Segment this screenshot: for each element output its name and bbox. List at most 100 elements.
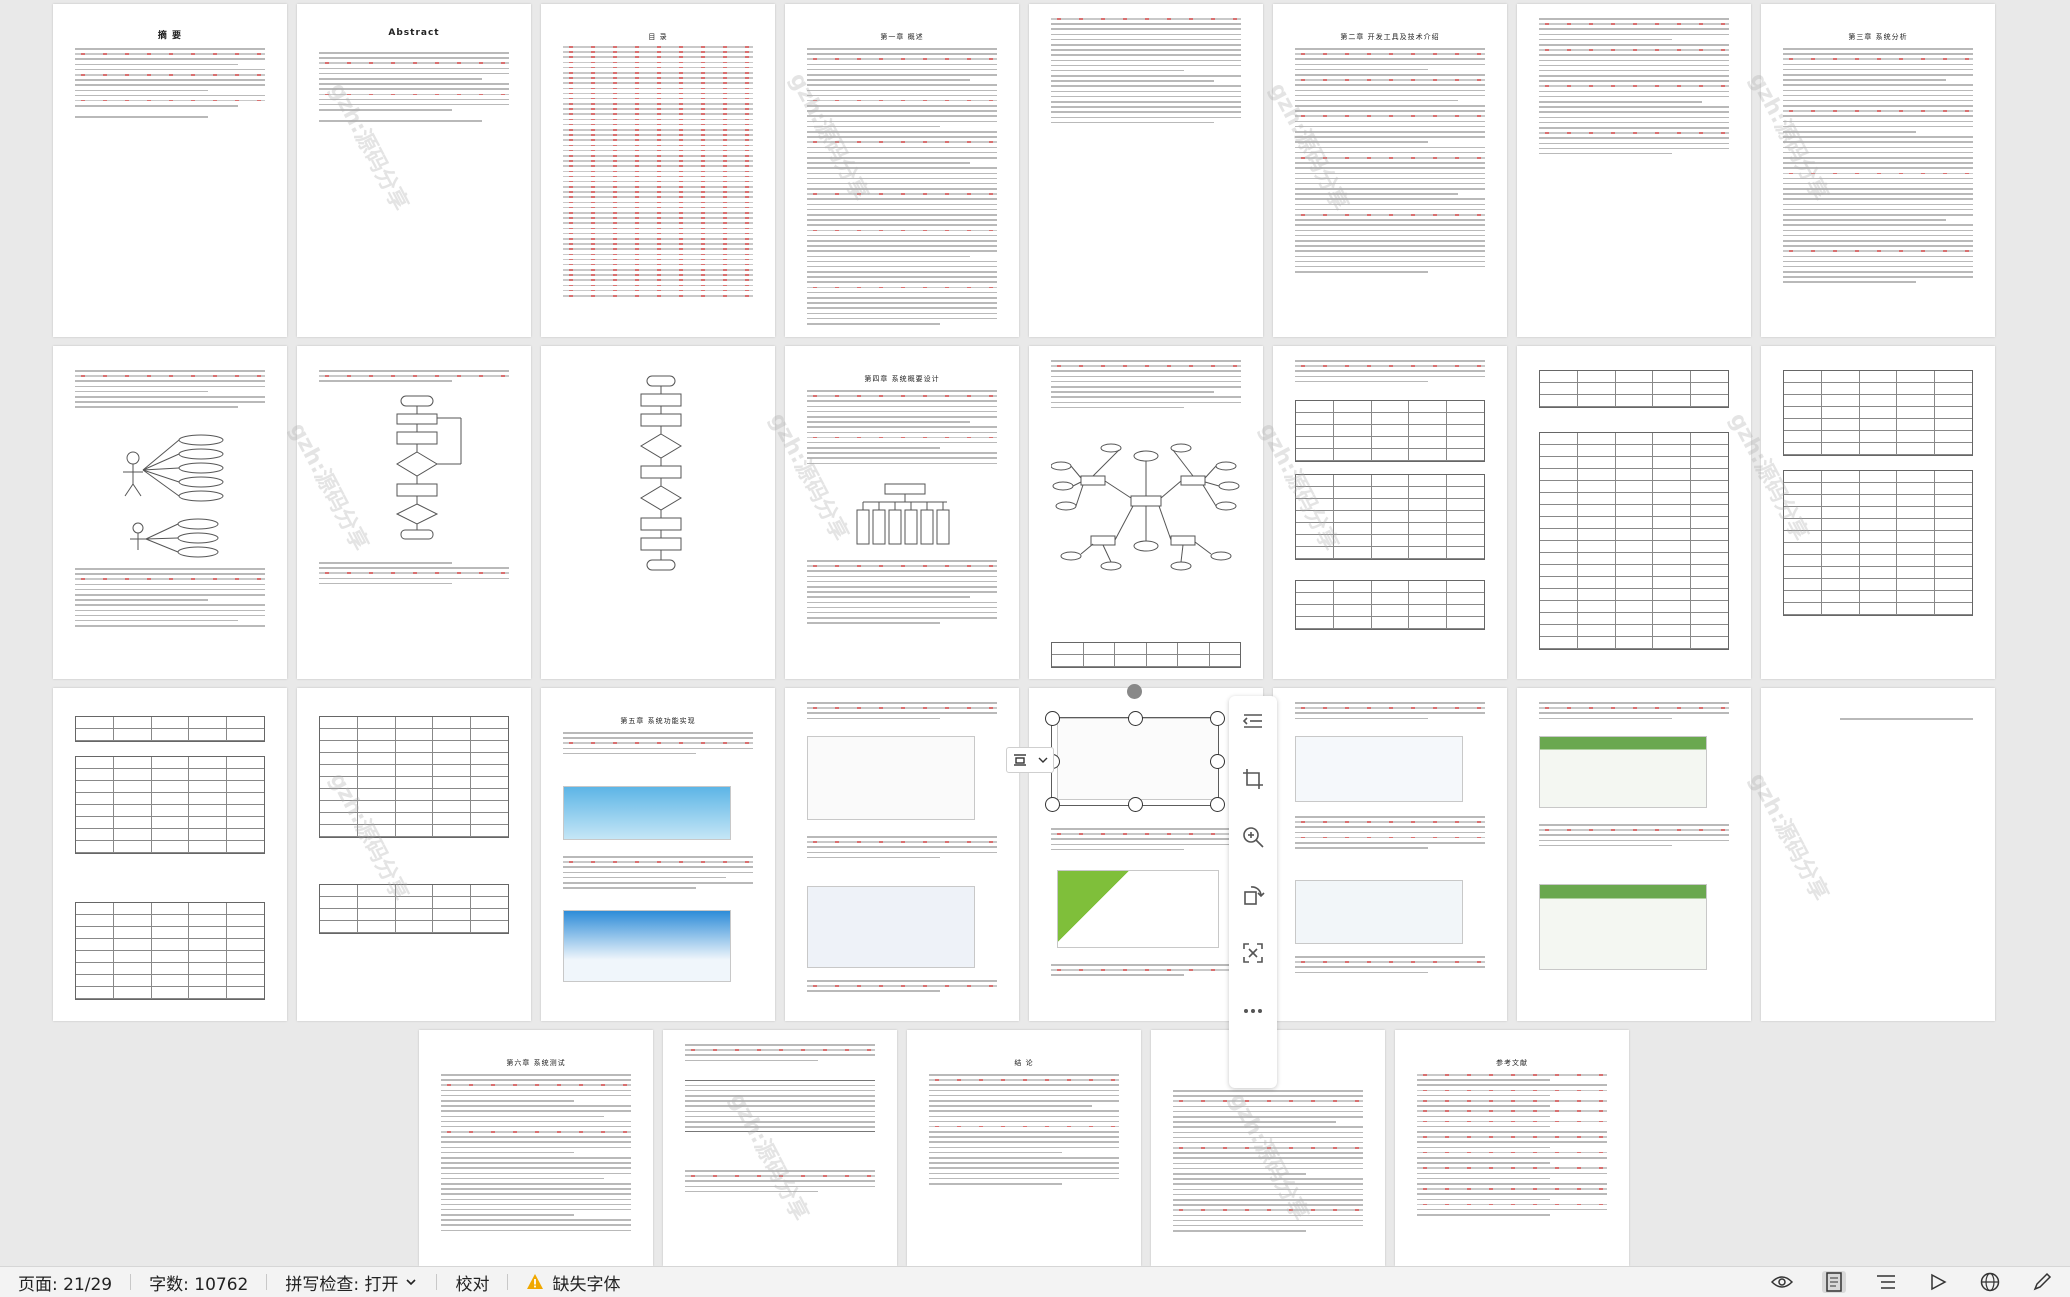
page-14[interactable] [1273, 346, 1507, 679]
document-workspace[interactable]: 摘 要 Abstract 目 录 第一章 概述 第二章 开发工具及技术介绍 第三… [0, 0, 2070, 1266]
divider [266, 1274, 268, 1290]
resize-handle[interactable] [1210, 797, 1225, 812]
page-2[interactable]: Abstract [297, 4, 531, 337]
page-8[interactable]: 第三章 系统分析 [1761, 4, 1995, 337]
page-4[interactable]: 第一章 概述 [785, 4, 1019, 337]
resize-handle[interactable] [1210, 754, 1225, 769]
collapse-button[interactable] [1238, 706, 1268, 736]
page-23[interactable] [1517, 688, 1751, 1021]
page-22[interactable] [1273, 688, 1507, 1021]
zoom-button[interactable] [1238, 822, 1268, 852]
layout-options-button[interactable] [1006, 747, 1054, 773]
page-11[interactable] [541, 346, 775, 679]
page-19[interactable]: 第五章 系统功能实现 [541, 688, 775, 1021]
page-17[interactable] [53, 688, 287, 1021]
page-12[interactable]: 第四章 系统概要设计 [785, 346, 1019, 679]
page-title: 第六章 系统测试 [506, 1059, 566, 1067]
outline-view-button[interactable] [1874, 1271, 1898, 1293]
page-title: 结 论 [1014, 1059, 1034, 1067]
page-27[interactable]: 结 论 [907, 1030, 1141, 1266]
website-screenshot [1539, 736, 1707, 808]
globe-icon [1980, 1272, 2000, 1292]
page-3[interactable]: 目 录 [541, 4, 775, 337]
resize-handle[interactable] [1045, 797, 1060, 812]
resize-handle[interactable] [1128, 711, 1143, 726]
chevron-down-icon [406, 1279, 417, 1286]
rotate-button[interactable] [1238, 880, 1268, 910]
eye-icon [1771, 1276, 1793, 1288]
page-26[interactable] [663, 1030, 897, 1266]
warning-icon [527, 1274, 544, 1289]
more-button[interactable] [1238, 996, 1268, 1026]
page-title: Abstract [388, 28, 440, 38]
page-6[interactable]: 第二章 开发工具及技术介绍 [1273, 4, 1507, 337]
outline-icon [1877, 1275, 1895, 1289]
page-13[interactable] [1029, 346, 1263, 679]
spell-check-toggle[interactable]: 拼写检查: 打开 [285, 1270, 418, 1295]
resize-handle[interactable] [1045, 711, 1060, 726]
page-25[interactable]: 第六章 系统测试 [419, 1030, 653, 1266]
page-18[interactable] [297, 688, 531, 1021]
page-10[interactable] [297, 346, 531, 679]
rotate-icon [1244, 886, 1265, 905]
page-29[interactable]: 参考文献 [1395, 1030, 1629, 1266]
page-24[interactable] [1761, 688, 1995, 1021]
er-diagram [1051, 443, 1240, 571]
zoom-icon [1243, 827, 1264, 848]
crop-icon [1243, 769, 1263, 789]
website-screenshot [563, 910, 731, 982]
image-toolbar [1229, 696, 1277, 1088]
chevron-down-icon [1038, 757, 1048, 763]
page-7[interactable] [1517, 4, 1751, 337]
play-icon [1931, 1273, 1947, 1291]
page-5[interactable] [1029, 4, 1263, 337]
website-screenshot [1295, 736, 1463, 802]
page-title: 第二章 开发工具及技术介绍 [1340, 33, 1440, 41]
spell-check-label: 拼写检查: 打开 [285, 1274, 399, 1295]
pen-icon [2033, 1272, 2052, 1291]
website-screenshot [1539, 884, 1707, 970]
fit-button[interactable] [1238, 938, 1268, 968]
website-screenshot [807, 736, 975, 820]
eye-protection-button[interactable] [1770, 1271, 1794, 1293]
play-button[interactable] [1926, 1271, 1950, 1293]
status-bar: 页面: 21/29 字数: 10762 拼写检查: 打开 校对 缺失字体 [0, 1266, 2070, 1297]
selected-image-frame[interactable] [1045, 711, 1225, 812]
page-view-button[interactable] [1822, 1271, 1846, 1293]
pen-button[interactable] [2030, 1271, 2054, 1293]
page-indicator[interactable]: 页面: 21/29 [18, 1270, 112, 1295]
resize-handle[interactable] [1210, 711, 1225, 726]
missing-font-button[interactable]: 缺失字体 [526, 1270, 620, 1295]
page-title: 第一章 概述 [880, 33, 924, 41]
page-title: 第三章 系统分析 [1848, 33, 1908, 41]
module-diagram [856, 483, 950, 545]
resize-handle[interactable] [1128, 797, 1143, 812]
flowchart [640, 375, 682, 571]
divider [436, 1274, 438, 1290]
page-title: 摘 要 [157, 31, 183, 41]
fit-icon [1243, 943, 1263, 963]
web-view-button[interactable] [1978, 1271, 2002, 1293]
wrap-text-icon [1014, 754, 1026, 766]
collapse-icon [1242, 714, 1262, 728]
page-1[interactable]: 摘 要 [53, 4, 287, 337]
page-15[interactable] [1517, 346, 1751, 679]
word-count[interactable]: 字数: 10762 [149, 1270, 248, 1295]
flowchart [395, 395, 462, 540]
more-icon [1244, 1009, 1262, 1013]
website-screenshot [807, 886, 975, 968]
rotate-handle[interactable] [1127, 684, 1142, 699]
page-title: 目 录 [648, 33, 668, 41]
page-title: 第五章 系统功能实现 [620, 717, 696, 725]
page-title: 参考文献 [1496, 1059, 1528, 1067]
crop-button[interactable] [1238, 764, 1268, 794]
proofread-button[interactable]: 校对 [455, 1270, 489, 1295]
website-screenshot [563, 786, 731, 840]
website-screenshot [1295, 880, 1463, 944]
divider [507, 1274, 509, 1290]
page-20[interactable] [785, 688, 1019, 1021]
page-16[interactable] [1761, 346, 1995, 679]
page-9[interactable] [53, 346, 287, 679]
page-view-icon [1826, 1272, 1842, 1292]
website-screenshot [1057, 870, 1219, 948]
